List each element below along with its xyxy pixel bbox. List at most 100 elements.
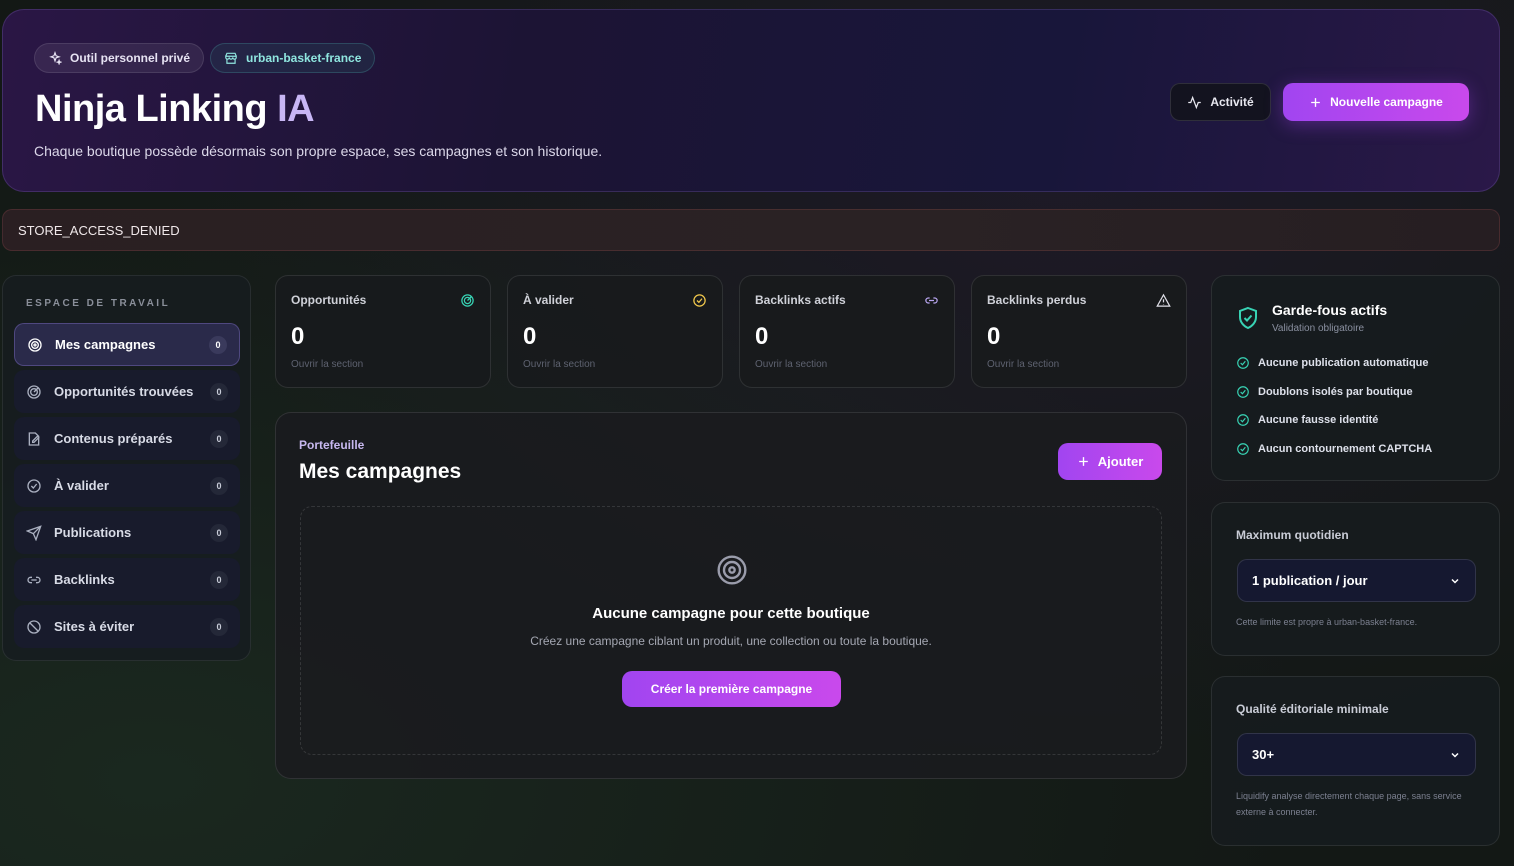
count-badge: 0 [209,335,227,354]
sidebar-item-label: Opportunités trouvées [54,384,194,399]
sidebar-item-label: Backlinks [54,572,115,587]
count-badge: 0 [210,523,228,542]
stat-card-active-backlinks[interactable]: Backlinks actifs 0 Ouvrir la section [739,275,955,388]
sidebar-item-label: Mes campagnes [55,337,156,352]
activity-button[interactable]: Activité [1170,83,1271,121]
title-main: Ninja Linking [35,88,268,130]
sidebar-item-label: À valider [54,478,109,493]
quality-value: 30+ [1252,747,1275,762]
link-icon [925,297,938,304]
campaigns-panel: Portefeuille Mes campagnes Ajouter Aucun… [275,412,1187,779]
daily-limit-card: Maximum quotidien 1 publication / jour C… [1211,502,1500,656]
title-accent: IA [277,88,315,130]
plus-icon [1311,97,1320,107]
sidebar-item-blocked-sites[interactable]: Sites à éviter 0 [14,605,240,648]
store-icon [225,52,237,64]
check-circle-icon [1237,357,1249,369]
check-circle-icon [1237,386,1249,398]
shield-check-icon [1239,306,1257,330]
guardrails-card: Garde-fous actifs Validation obligatoire… [1211,275,1500,481]
check-circle-icon [1237,414,1249,426]
sidebar-item-label: Contenus préparés [54,431,173,446]
send-icon [26,524,42,541]
empty-state: Aucune campagne pour cette boutique Crée… [300,506,1162,755]
count-badge: 0 [210,429,228,448]
radar-icon [27,384,41,399]
guardrails-subtitle: Validation obligatoire [1272,323,1365,334]
add-campaign-button[interactable]: Ajouter [1058,443,1162,480]
check-circle-icon [693,294,706,307]
ban-icon [27,619,41,634]
guardrail-label: Aucune publication automatique [1258,357,1429,369]
stat-value: 0 [291,323,305,350]
activity-icon [1188,95,1202,109]
activity-label: Activité [1210,95,1254,109]
guardrail-item: Doublons isolés par boutique [1236,385,1413,399]
empty-description: Créez une campagne ciblant un produit, u… [530,634,932,648]
guardrail-item: Aucune publication automatique [1236,356,1429,370]
guardrail-item: Aucune fausse identité [1236,413,1378,427]
daily-limit-note: Cette limite est propre à urban-basket-f… [1236,617,1418,627]
error-banner: STORE_ACCESS_DENIED [2,209,1500,251]
plus-icon [1078,457,1088,466]
count-badge: 0 [210,382,228,401]
daily-limit-value: 1 publication / jour [1252,573,1368,588]
sidebar-item-backlinks[interactable]: Backlinks 0 [14,558,240,601]
sidebar: ESPACE DE TRAVAIL Mes campagnes 0 Opport… [2,275,251,661]
new-campaign-label: Nouvelle campagne [1330,95,1443,109]
create-first-campaign-button[interactable]: Créer la première campagne [622,671,841,707]
daily-limit-select[interactable]: 1 publication / jour [1237,559,1476,602]
sidebar-item-to-validate[interactable]: À valider 0 [14,464,240,507]
chevron-down-icon [1451,752,1459,758]
private-tool-label: Outil personnel privé [70,51,191,65]
sparkles-icon [49,51,62,65]
check-circle-icon [27,478,41,493]
stat-value: 0 [523,323,537,350]
quality-select[interactable]: 30+ [1237,733,1476,776]
stat-value: 0 [755,323,769,350]
open-section-link[interactable]: Ouvrir la section [987,359,1059,370]
open-section-link[interactable]: Ouvrir la section [523,359,595,370]
stat-card-to-validate[interactable]: À valider 0 Ouvrir la section [507,275,723,388]
target-icon [28,337,42,352]
add-label: Ajouter [1097,454,1144,469]
store-badge[interactable]: urban-basket-france [210,43,376,73]
target-icon [717,555,747,585]
stat-value: 0 [987,323,1001,350]
guardrail-label: Doublons isolés par boutique [1258,386,1413,398]
stat-card-opportunities[interactable]: Opportunités 0 Ouvrir la section [275,275,491,388]
quality-card: Qualité éditoriale minimale 30+ Liquidif… [1211,676,1500,846]
sidebar-item-campaigns[interactable]: Mes campagnes 0 [14,323,240,366]
check-circle-icon [1237,443,1249,455]
radar-icon [461,294,474,307]
count-badge: 0 [210,570,228,589]
panel-title: Mes campagnes [299,460,462,483]
sidebar-item-publications[interactable]: Publications 0 [14,511,240,554]
quality-label: Qualité éditoriale minimale [1236,702,1389,716]
open-section-link[interactable]: Ouvrir la section [755,359,827,370]
sidebar-item-contents[interactable]: Contenus préparés 0 [14,417,240,460]
edit-icon [28,431,40,446]
open-section-link[interactable]: Ouvrir la section [291,359,363,370]
guardrails-title: Garde-fous actifs [1272,302,1388,318]
link-icon [27,576,41,583]
stat-label: À valider [523,293,574,307]
stat-label: Backlinks perdus [987,293,1087,307]
guardrail-label: Aucune fausse identité [1258,414,1379,426]
chevron-down-icon [1451,578,1459,584]
warning-icon [1156,293,1171,307]
quality-note: Liquidify analyse directement chaque pag… [1236,791,1462,817]
new-campaign-button[interactable]: Nouvelle campagne [1283,83,1469,121]
sidebar-item-label: Sites à éviter [54,619,135,634]
guardrail-label: Aucun contournement CAPTCHA [1258,443,1433,455]
empty-title: Aucune campagne pour cette boutique [592,605,870,622]
guardrail-item: Aucun contournement CAPTCHA [1236,442,1432,456]
private-tool-badge: Outil personnel privé [34,43,205,73]
sidebar-item-opportunities[interactable]: Opportunités trouvées 0 [14,370,240,413]
page-title: Ninja Linking IA [35,88,315,131]
count-badge: 0 [210,476,228,495]
store-label: urban-basket-france [246,51,362,65]
stat-card-lost-backlinks[interactable]: Backlinks perdus 0 Ouvrir la section [971,275,1187,388]
panel-kicker: Portefeuille [299,438,365,452]
daily-limit-label: Maximum quotidien [1236,528,1349,542]
